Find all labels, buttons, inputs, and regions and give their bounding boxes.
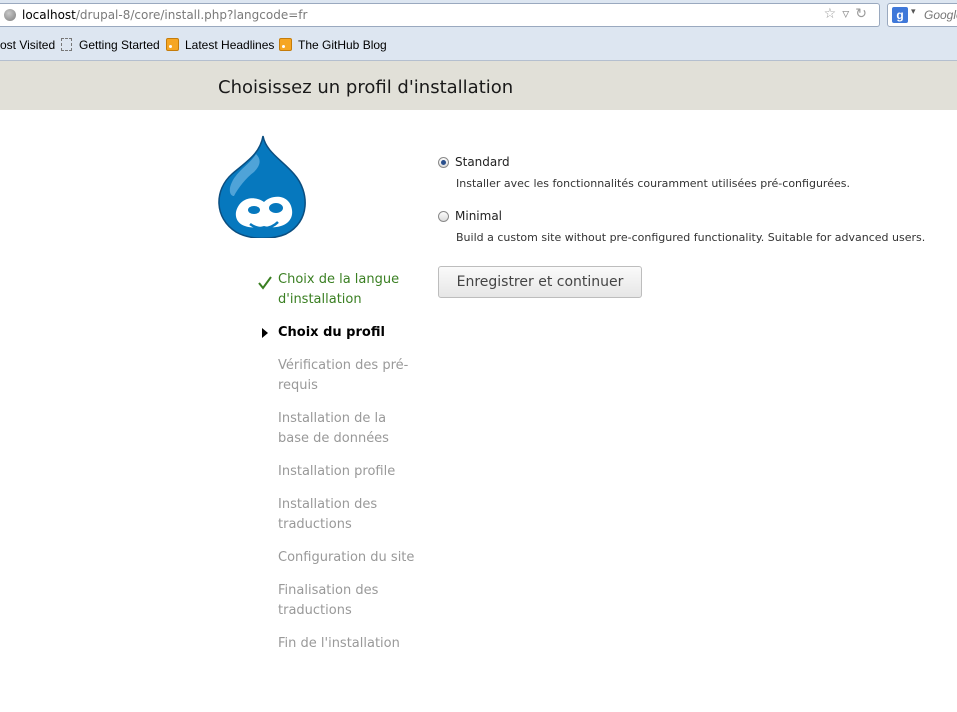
address-url[interactable]: localhost/drupal-8/core/install.php?lang… bbox=[22, 8, 307, 22]
page-title: Choisissez un profil d'installation bbox=[218, 77, 514, 98]
step-label: Choix de la langue d'installation bbox=[278, 272, 400, 307]
google-icon[interactable]: g bbox=[892, 7, 908, 23]
step-database: Installation de la base de données bbox=[258, 409, 418, 449]
minimal-description: Build a custom site without pre-configur… bbox=[456, 231, 926, 244]
save-continue-button[interactable]: Enregistrer et continuer bbox=[438, 266, 642, 298]
step-label: Fin de l'installation bbox=[278, 636, 400, 651]
step-label: Installation profile bbox=[278, 464, 396, 479]
install-steps: Choix de la langue d'installation Choix … bbox=[258, 270, 418, 667]
dropdown-arrow-icon[interactable]: ▿ bbox=[842, 6, 855, 22]
globe-icon bbox=[4, 9, 16, 21]
address-controls: ☆▿↻ bbox=[824, 6, 873, 22]
drupal-logo bbox=[218, 135, 306, 238]
step-configure-site: Configuration du site bbox=[258, 548, 418, 568]
standard-radio[interactable] bbox=[438, 157, 449, 168]
rss-icon bbox=[166, 38, 179, 51]
step-finalize-translations: Finalisation des traductions bbox=[258, 581, 418, 621]
standard-description: Installer avec les fonctionnalités coura… bbox=[456, 177, 850, 190]
checkmark-icon bbox=[258, 276, 272, 290]
bookmark-github-blog[interactable]: The GitHub Blog bbox=[298, 38, 387, 52]
step-label: Finalisation des traductions bbox=[278, 583, 379, 618]
current-step-arrow-icon bbox=[262, 328, 268, 338]
step-label: Configuration du site bbox=[278, 550, 415, 565]
step-profile: Choix du profil bbox=[258, 323, 418, 343]
search-bar[interactable]: g ▾ Google bbox=[887, 3, 957, 27]
address-bar[interactable]: localhost/drupal-8/core/install.php?lang… bbox=[0, 3, 880, 27]
reload-icon[interactable]: ↻ bbox=[855, 6, 873, 22]
step-requirements: Vérification des pré-requis bbox=[258, 356, 418, 396]
rss-icon bbox=[279, 38, 292, 51]
step-label: Choix du profil bbox=[278, 325, 385, 340]
bookmark-star-icon[interactable]: ☆ bbox=[824, 6, 843, 22]
url-path: /drupal-8/core/install.php?langcode=fr bbox=[75, 8, 308, 22]
browser-toolbar: localhost/drupal-8/core/install.php?lang… bbox=[0, 0, 957, 30]
url-host: localhost bbox=[22, 8, 76, 22]
bookmark-getting-started[interactable]: Getting Started bbox=[79, 38, 160, 52]
bookmarks-bar: ost Visited Getting Started Latest Headl… bbox=[0, 30, 957, 61]
step-label: Vérification des pré-requis bbox=[278, 358, 409, 393]
step-install-profile: Installation profile bbox=[258, 462, 418, 482]
standard-label[interactable]: Standard bbox=[455, 155, 510, 169]
step-label: Installation de la base de données bbox=[278, 411, 389, 446]
step-translations: Installation des traductions bbox=[258, 495, 418, 535]
bookmark-most-visited[interactable]: ost Visited bbox=[0, 38, 55, 52]
search-engine-dropdown-icon[interactable]: ▾ bbox=[911, 7, 916, 17]
minimal-label[interactable]: Minimal bbox=[455, 209, 502, 223]
step-label: Installation des traductions bbox=[278, 497, 378, 532]
page-header: Choisissez un profil d'installation bbox=[0, 61, 957, 110]
minimal-radio[interactable] bbox=[438, 211, 449, 222]
step-language: Choix de la langue d'installation bbox=[258, 270, 418, 310]
search-placeholder: Google bbox=[924, 8, 957, 22]
page-icon bbox=[61, 38, 72, 51]
bookmark-latest-headlines[interactable]: Latest Headlines bbox=[185, 38, 274, 52]
step-finished: Fin de l'installation bbox=[258, 634, 418, 654]
